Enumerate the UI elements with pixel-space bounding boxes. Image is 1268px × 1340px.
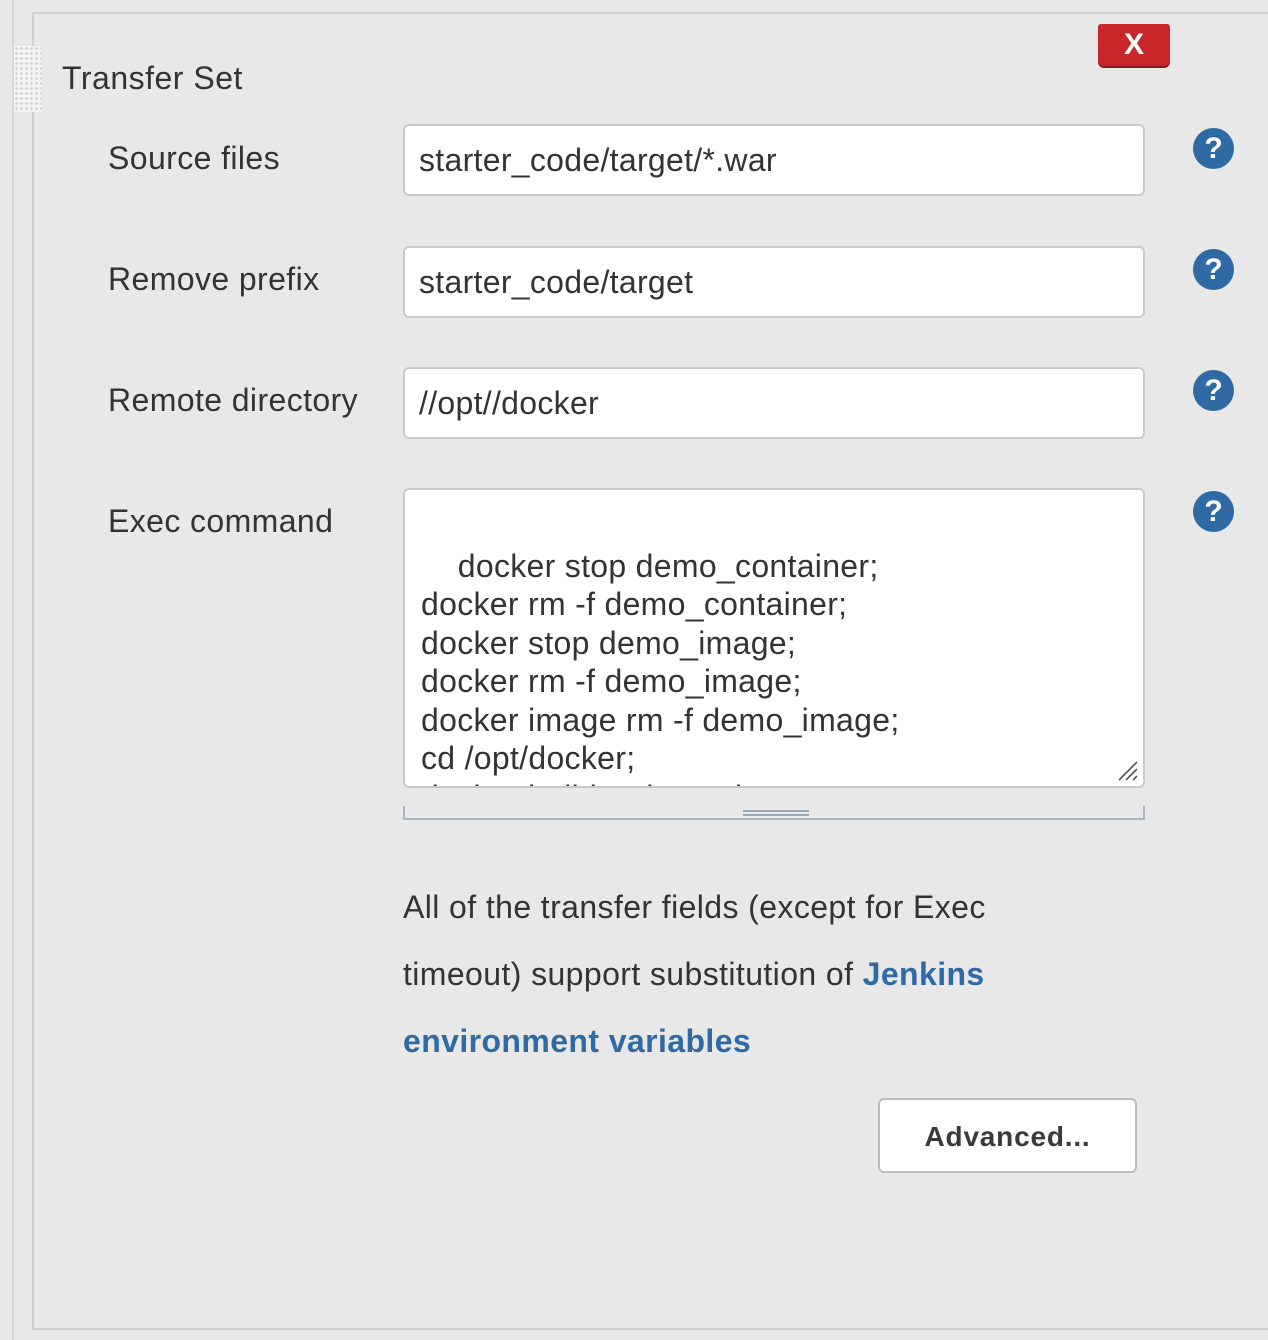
remote-directory-input[interactable] bbox=[403, 367, 1145, 439]
remote-directory-help-icon[interactable]: ? bbox=[1193, 370, 1234, 411]
remote-directory-label: Remote directory bbox=[108, 382, 359, 418]
resize-grip-icon[interactable] bbox=[1115, 758, 1139, 782]
outer-divider bbox=[12, 0, 14, 1340]
source-files-help-icon[interactable]: ? bbox=[1193, 128, 1234, 169]
exec-command-help-icon[interactable]: ? bbox=[1193, 491, 1234, 532]
exec-command-textarea[interactable]: docker stop demo_container; docker rm -f… bbox=[403, 488, 1145, 788]
source-files-label: Source files bbox=[108, 140, 280, 176]
remove-prefix-help-icon[interactable]: ? bbox=[1193, 249, 1234, 290]
expand-handle-icon[interactable] bbox=[743, 810, 809, 816]
transfer-set-window: Transfer Set X Source files ? Remove pre… bbox=[0, 0, 1268, 1340]
env-vars-help-text: All of the transfer fields (except for E… bbox=[403, 874, 1103, 1075]
close-button[interactable]: X bbox=[1098, 24, 1170, 66]
remove-prefix-input[interactable] bbox=[403, 246, 1145, 318]
exec-command-text: docker stop demo_container; docker rm -f… bbox=[421, 547, 900, 787]
exec-command-label: Exec command bbox=[108, 503, 334, 539]
drag-handle-icon[interactable] bbox=[14, 46, 42, 112]
textarea-expand-bar[interactable] bbox=[403, 806, 1145, 820]
advanced-button[interactable]: Advanced... bbox=[878, 1098, 1137, 1173]
section-title: Transfer Set bbox=[62, 60, 243, 96]
source-files-input[interactable] bbox=[403, 124, 1145, 196]
remove-prefix-label: Remove prefix bbox=[108, 261, 320, 297]
